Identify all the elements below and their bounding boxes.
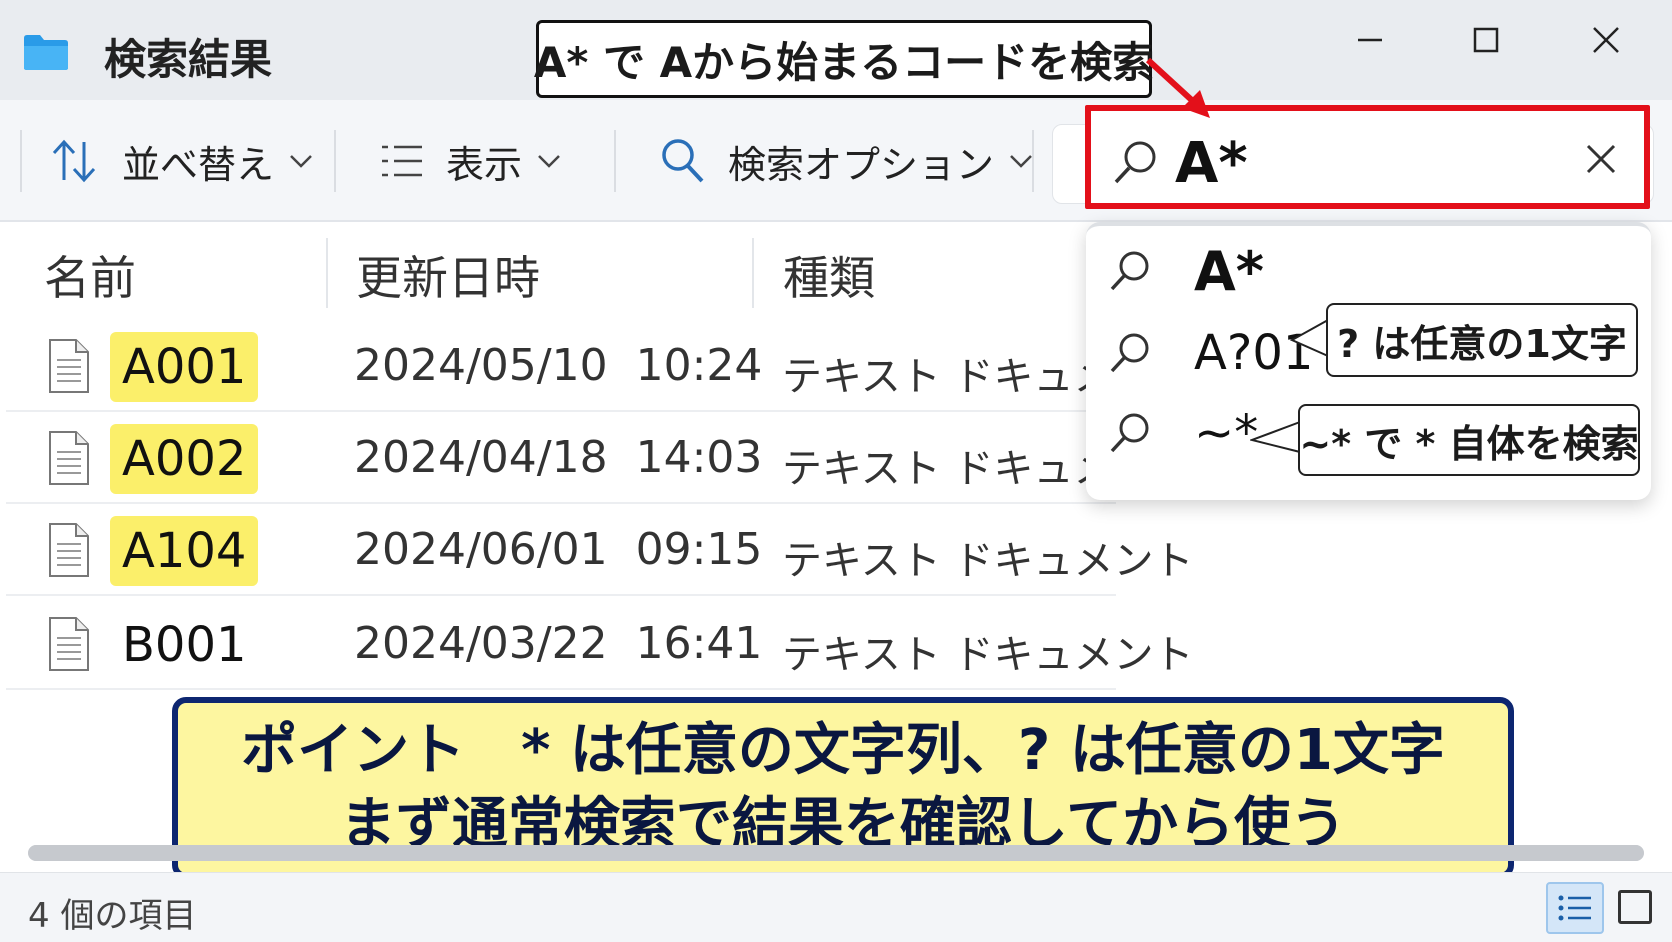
toolbar-separator: [614, 130, 616, 192]
file-modified: 2024/05/10 10:24: [354, 340, 763, 391]
suggestion-text: A*: [1194, 239, 1265, 303]
maximize-icon: [1473, 27, 1499, 53]
search-icon: [1110, 413, 1149, 453]
suggestion-text: ~*: [1194, 405, 1259, 461]
search-input[interactable]: [1175, 128, 1555, 198]
annotation-callout: A* で Aから始まるコードを検索: [534, 20, 1154, 98]
file-icon: [49, 617, 89, 671]
callout-question-mark: ? は任意の1文字: [1326, 303, 1638, 377]
file-name[interactable]: A104: [110, 516, 259, 586]
callout-pointer: [1290, 319, 1329, 357]
point-line-1: ポイント * は任意の文字列、? は任意の1文字: [241, 718, 1445, 783]
view-button[interactable]: 表示: [380, 128, 562, 194]
close-icon: [1593, 27, 1619, 53]
details-view-button[interactable]: [1546, 882, 1604, 934]
view-label: 表示: [446, 142, 523, 187]
sort-icon: [52, 139, 96, 183]
column-separator[interactable]: [752, 238, 754, 308]
tiles-view-button[interactable]: [1618, 890, 1652, 924]
search-options-button[interactable]: 検索オプション: [660, 128, 1034, 194]
toolbar-separator: [1032, 130, 1034, 192]
column-header-type[interactable]: 種類: [783, 242, 875, 308]
chevron-down-icon: [290, 155, 312, 168]
file-name[interactable]: B001: [110, 610, 259, 680]
file-modified: 2024/06/01 09:15: [354, 524, 763, 575]
toolbar-separator: [334, 130, 336, 192]
file-name[interactable]: A001: [110, 332, 259, 402]
search-icon: [662, 139, 704, 183]
clear-icon[interactable]: [1584, 142, 1618, 176]
callout-tilde: ~* で * 自体を検索: [1298, 404, 1640, 476]
view-icon: [382, 145, 422, 177]
search-icon: [1110, 251, 1149, 291]
search-icon: [1110, 333, 1149, 373]
close-button[interactable]: [1566, 10, 1646, 70]
sort-label: 並べ替え: [122, 142, 275, 187]
column-header-name[interactable]: 名前: [44, 242, 136, 308]
file-type: テキスト ドキュメント: [782, 632, 1194, 678]
search-suggestion-item[interactable]: A*: [1108, 236, 1264, 306]
item-count: 4 個の項目: [28, 896, 197, 936]
file-modified: 2024/04/18 14:03: [354, 432, 763, 483]
minimize-icon: [1358, 38, 1382, 42]
folder-icon: [24, 35, 68, 70]
chevron-down-icon: [538, 155, 560, 168]
file-modified: 2024/03/22 16:41: [354, 618, 763, 669]
chevron-down-icon: [1010, 155, 1032, 168]
callout-pointer: [1250, 421, 1301, 453]
search-suggestion-item[interactable]: A?01: [1108, 318, 1313, 388]
column-header-modified[interactable]: 更新日時: [356, 242, 540, 308]
column-separator[interactable]: [326, 238, 328, 308]
details-view-icon: [1558, 895, 1591, 921]
toolbar-separator: [20, 130, 22, 192]
search-options-label: 検索オプション: [728, 142, 995, 187]
file-name[interactable]: A002: [110, 424, 259, 494]
annotation-arrow: [1145, 57, 1210, 118]
maximize-button[interactable]: [1446, 10, 1526, 70]
scrollbar-thumb[interactable]: [28, 845, 1644, 861]
file-icon: [49, 523, 89, 577]
search-suggestion-item[interactable]: ~*: [1108, 398, 1258, 468]
file-icon: [49, 431, 89, 485]
sort-button[interactable]: 並べ替え: [50, 128, 314, 194]
file-type: テキスト ドキュメント: [782, 538, 1194, 584]
window-title: 検索結果: [104, 35, 273, 84]
search-icon: [1114, 141, 1156, 184]
minimize-button[interactable]: [1330, 10, 1410, 70]
file-icon: [49, 339, 89, 393]
status-bar: [0, 872, 1672, 942]
